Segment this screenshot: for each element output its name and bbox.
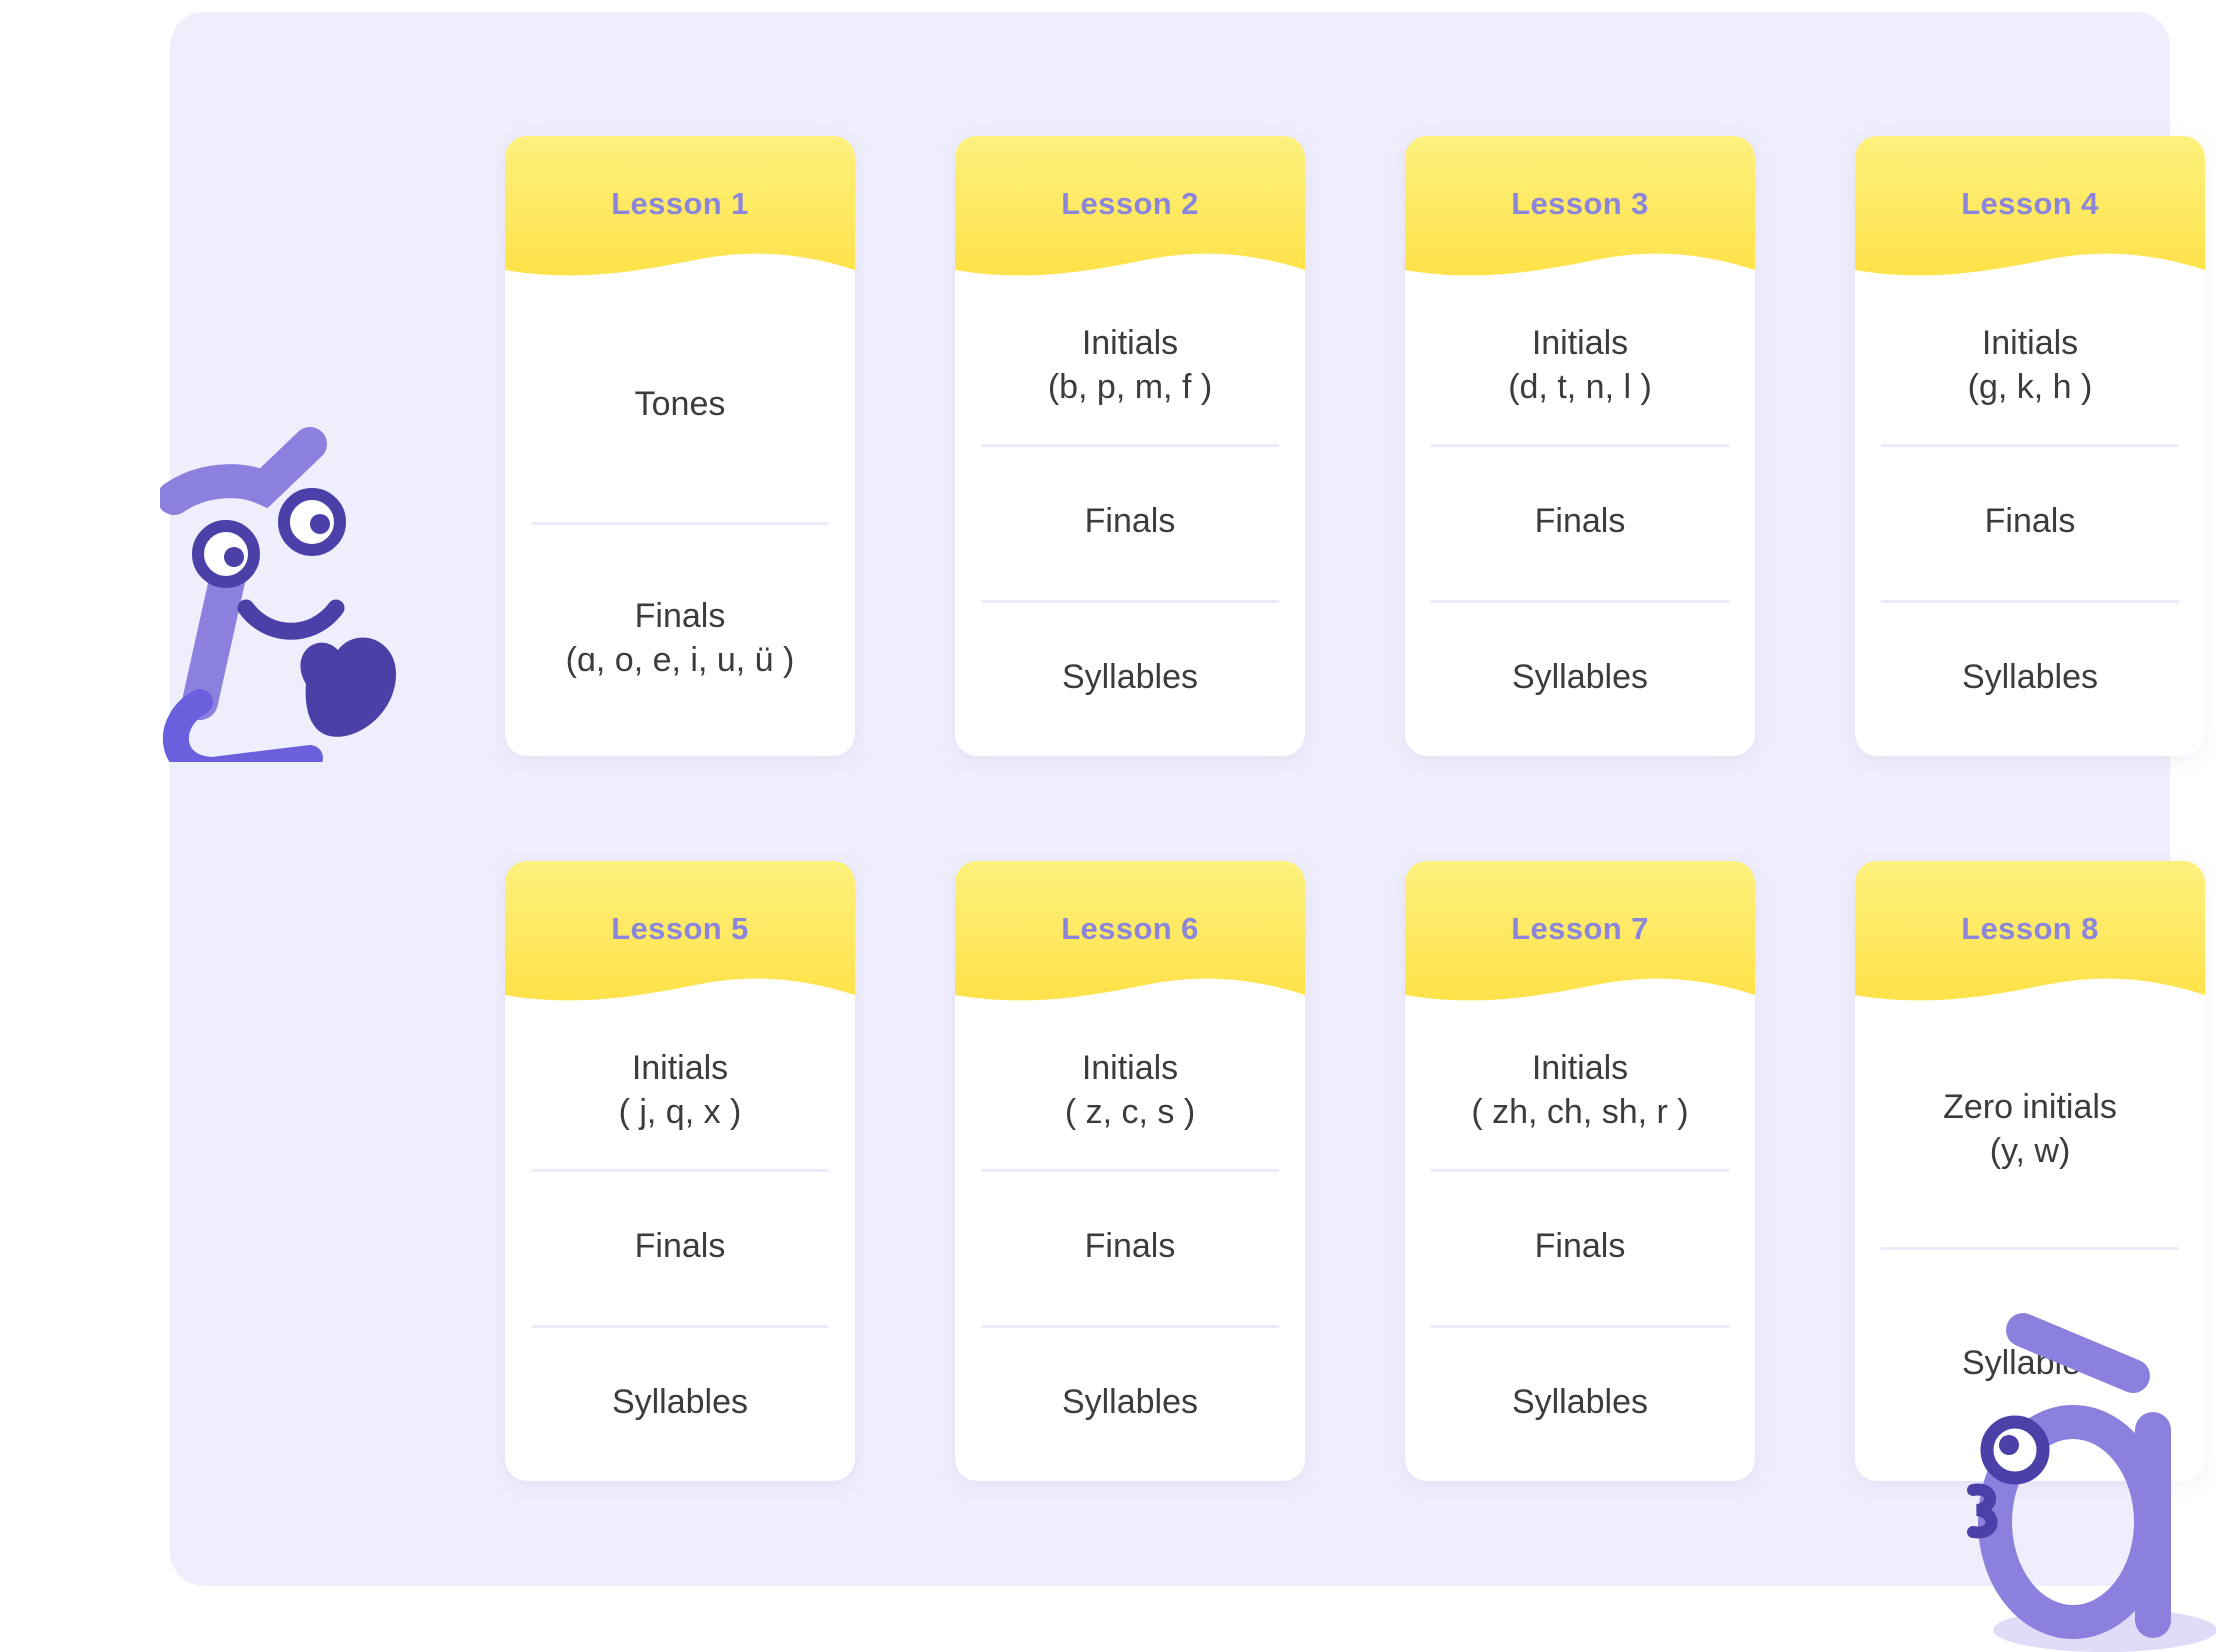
lesson-card-body: Initials ( zh, ch, sh, r ) Finals Syllables — [1405, 1013, 1755, 1481]
lesson-section-line: (d, t, n, l ) — [1508, 368, 1652, 406]
lesson-card-header: Lesson 5 — [505, 861, 855, 1013]
lesson-section-line: Syllables — [1511, 658, 1649, 697]
lesson-section-line: Finals — [1984, 502, 2076, 541]
lesson-section-line: (y, w) — [1989, 1132, 2071, 1170]
lesson-overview-screen: Lesson 1 Tones Finals (ɑ, o, e, i, u, ü ) Le… — [0, 0, 2216, 1652]
lesson-card-body: Initials ( z, c, s ) Finals Syllables — [955, 1013, 1305, 1481]
lesson-card-body: Initials ( j, q, x ) Finals Syllables — [505, 1013, 855, 1481]
lesson-card-header: Lesson 4 — [1855, 136, 2205, 288]
lesson-section-line: Finals — [1534, 502, 1626, 541]
lesson-section-line: ( zh, ch, sh, r ) — [1471, 1093, 1689, 1131]
lesson-card[interactable]: Lesson 6 Initials ( z, c, s ) Finals Syllabl… — [955, 861, 1305, 1481]
lesson-section-line: Finals — [1084, 502, 1176, 541]
lesson-card-header: Lesson 1 — [505, 136, 855, 288]
lesson-section-initials[interactable]: Initials ( z, c, s ) — [981, 1013, 1279, 1169]
lesson-section-line: Initials — [1531, 1049, 1629, 1088]
lesson-card-grid: Lesson 1 Tones Finals (ɑ, o, e, i, u, ü ) Le… — [505, 136, 2205, 1481]
lesson-section-line: ( j, q, x ) — [618, 1093, 742, 1131]
lesson-card-header: Lesson 8 — [1855, 861, 2205, 1013]
lesson-card-title: Lesson 1 — [611, 186, 749, 221]
lessons-panel: Lesson 1 Tones Finals (ɑ, o, e, i, u, ü ) Le… — [160, 12, 2205, 1586]
lesson-section-line: (ɑ, o, e, i, u, ü ) — [565, 641, 795, 679]
lesson-section-line: Finals — [1084, 1227, 1176, 1266]
lesson-card[interactable]: Lesson 8 Zero initials (y, w) Syllables — [1855, 861, 2205, 1481]
lesson-section-syllables[interactable]: Syllables — [531, 1325, 829, 1481]
lesson-card[interactable]: Lesson 4 Initials (g, k, h ) Finals Syllable… — [1855, 136, 2205, 756]
lesson-section-finals[interactable]: Finals — [981, 444, 1279, 600]
lesson-section-syllables[interactable]: Syllables — [1881, 1247, 2179, 1481]
lesson-card[interactable]: Lesson 1 Tones Finals (ɑ, o, e, i, u, ü ) — [505, 136, 855, 756]
lesson-section-line: Initials — [1531, 324, 1629, 363]
lesson-section-line: Initials — [1081, 324, 1179, 363]
lesson-section-line: Syllables — [611, 1383, 749, 1422]
lesson-section-tones[interactable]: Tones — [531, 288, 829, 522]
lesson-section-initials[interactable]: Initials (b, p, m, f ) — [981, 288, 1279, 444]
lesson-card-body: Initials (d, t, n, l ) Finals Syllables — [1405, 288, 1755, 756]
lesson-section-line: Syllables — [1961, 658, 2099, 697]
lesson-section-finals[interactable]: Finals — [1431, 444, 1729, 600]
pinyin-letter-character-left-icon — [160, 402, 430, 762]
lesson-section-syllables[interactable]: Syllables — [1431, 1325, 1729, 1481]
lesson-section-syllables[interactable]: Syllables — [981, 600, 1279, 756]
lesson-card-title: Lesson 5 — [611, 911, 749, 946]
lesson-card-title: Lesson 2 — [1061, 186, 1199, 221]
lesson-section-syllables[interactable]: Syllables — [981, 1325, 1279, 1481]
lesson-section-line: Initials — [1981, 324, 2079, 363]
lesson-section-syllables[interactable]: Syllables — [1431, 600, 1729, 756]
lesson-card-body: Tones Finals (ɑ, o, e, i, u, ü ) — [505, 288, 855, 756]
lesson-section-zero-initials[interactable]: Zero initials (y, w) — [1881, 1013, 2179, 1247]
lesson-card-title: Lesson 8 — [1961, 911, 2099, 946]
lesson-section-line: (b, p, m, f ) — [1047, 368, 1213, 406]
lesson-section-line: Finals — [634, 597, 726, 636]
lesson-card-body: Initials (g, k, h ) Finals Syllables — [1855, 288, 2205, 756]
lesson-section-initials[interactable]: Initials (d, t, n, l ) — [1431, 288, 1729, 444]
lesson-section-line: Syllables — [1061, 1383, 1199, 1422]
lesson-card-title: Lesson 7 — [1511, 911, 1649, 946]
lesson-card-header: Lesson 2 — [955, 136, 1305, 288]
lesson-section-line: Initials — [631, 1049, 729, 1088]
lesson-section-finals[interactable]: Finals — [1881, 444, 2179, 600]
lesson-section-finals[interactable]: Finals — [981, 1169, 1279, 1325]
lesson-section-finals[interactable]: Finals — [1431, 1169, 1729, 1325]
lesson-card[interactable]: Lesson 7 Initials ( zh, ch, sh, r ) Finals S… — [1405, 861, 1755, 1481]
lesson-section-finals[interactable]: Finals — [531, 1169, 829, 1325]
lesson-section-line: Syllables — [1511, 1383, 1649, 1422]
lesson-section-line: (g, k, h ) — [1967, 368, 2093, 406]
lesson-section-line: Tones — [634, 385, 726, 424]
lesson-section-line: Finals — [634, 1227, 726, 1266]
lesson-section-initials[interactable]: Initials ( j, q, x ) — [531, 1013, 829, 1169]
lesson-section-syllables[interactable]: Syllables — [1881, 600, 2179, 756]
lesson-card-title: Lesson 3 — [1511, 186, 1649, 221]
lesson-card-title: Lesson 6 — [1061, 911, 1199, 946]
lesson-card[interactable]: Lesson 2 Initials (b, p, m, f ) Finals Sylla… — [955, 136, 1305, 756]
lesson-section-line: Syllables — [1061, 658, 1199, 697]
lesson-section-line: Zero initials — [1943, 1088, 2117, 1127]
lesson-section-line: Initials — [1081, 1049, 1179, 1088]
lesson-section-finals[interactable]: Finals (ɑ, o, e, i, u, ü ) — [531, 522, 829, 756]
lesson-card-title: Lesson 4 — [1961, 186, 2099, 221]
lesson-section-line: Syllables — [1961, 1344, 2099, 1383]
lesson-section-line: Finals — [1534, 1227, 1626, 1266]
lesson-card[interactable]: Lesson 5 Initials ( j, q, x ) Finals Syllabl… — [505, 861, 855, 1481]
lesson-card-body: Initials (b, p, m, f ) Finals Syllables — [955, 288, 1305, 756]
lesson-card[interactable]: Lesson 3 Initials (d, t, n, l ) Finals Sylla… — [1405, 136, 1755, 756]
lesson-section-initials[interactable]: Initials ( zh, ch, sh, r ) — [1431, 1013, 1729, 1169]
lesson-card-body: Zero initials (y, w) Syllables — [1855, 1013, 2205, 1481]
lesson-card-header: Lesson 7 — [1405, 861, 1755, 1013]
lesson-section-line: ( z, c, s ) — [1064, 1093, 1196, 1131]
lesson-card-header: Lesson 6 — [955, 861, 1305, 1013]
lesson-section-initials[interactable]: Initials (g, k, h ) — [1881, 288, 2179, 444]
lesson-card-header: Lesson 3 — [1405, 136, 1755, 288]
